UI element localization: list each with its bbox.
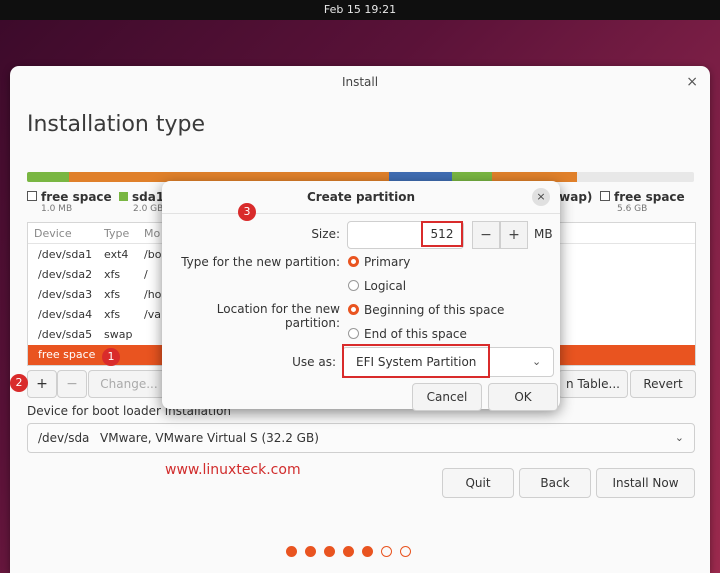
progress-dot bbox=[305, 546, 316, 557]
partition-segment bbox=[577, 172, 694, 182]
progress-dot bbox=[400, 546, 411, 557]
progress-dot bbox=[324, 546, 335, 557]
legend-free-space-right: free space 5.6 GB bbox=[600, 190, 685, 214]
progress-dot bbox=[381, 546, 392, 557]
dialog-title: Create partition bbox=[162, 181, 560, 214]
chevron-down-icon: ⌄ bbox=[532, 355, 542, 368]
radio-unselected-icon bbox=[348, 328, 359, 339]
create-partition-dialog: Create partition × Size: 512 − + MB Type… bbox=[162, 181, 560, 411]
legend-size: 2.0 GB bbox=[133, 204, 164, 214]
add-partition-button[interactable]: + bbox=[27, 370, 57, 398]
color-swatch bbox=[119, 192, 128, 201]
legend-label: sda1 bbox=[132, 190, 165, 204]
boot-device: /dev/sda bbox=[38, 431, 90, 445]
cell-type: swap bbox=[104, 328, 133, 341]
install-now-button[interactable]: Install Now bbox=[596, 468, 695, 498]
cell-mount: /va bbox=[144, 308, 161, 321]
back-button[interactable]: Back bbox=[519, 468, 591, 498]
boot-loader-select[interactable]: /dev/sda VMware, VMware Virtual S (32.2 … bbox=[27, 423, 695, 453]
cell-mount: / bbox=[144, 268, 148, 281]
size-unit: MB bbox=[534, 227, 553, 241]
legend-size: 1.0 MB bbox=[41, 204, 73, 214]
boot-description: VMware, VMware Virtual S (32.2 GB) bbox=[100, 431, 319, 445]
use-as-value: EFI System Partition bbox=[356, 355, 477, 369]
cell-mount: /ho bbox=[144, 288, 162, 301]
annotation-marker-2: 2 bbox=[10, 374, 28, 392]
radio-logical[interactable]: Logical bbox=[348, 279, 406, 293]
column-header-device[interactable]: Device bbox=[34, 227, 72, 240]
cell-device: /dev/sda3 bbox=[38, 288, 93, 301]
radio-selected-icon bbox=[348, 304, 359, 315]
close-icon[interactable]: × bbox=[532, 188, 550, 206]
revert-button[interactable]: Revert bbox=[630, 370, 696, 398]
type-label: Type for the new partition: bbox=[181, 255, 340, 269]
cell-device: /dev/sda1 bbox=[38, 248, 93, 261]
column-header-mount[interactable]: Mo bbox=[144, 227, 160, 240]
legend-sda1: sda1 2.0 GB bbox=[119, 190, 164, 214]
cell-mount: /bo bbox=[144, 248, 162, 261]
use-as-label: Use as: bbox=[292, 355, 336, 369]
checkbox-icon bbox=[27, 191, 37, 201]
new-partition-table-button[interactable]: n Table... bbox=[558, 370, 628, 398]
cancel-button[interactable]: Cancel bbox=[412, 383, 482, 411]
cell-device: /dev/sda5 bbox=[38, 328, 93, 341]
progress-dot bbox=[286, 546, 297, 557]
page-title: Installation type bbox=[27, 112, 205, 137]
radio-unselected-icon bbox=[348, 280, 359, 291]
radio-label: Logical bbox=[364, 279, 407, 293]
size-label: Size: bbox=[311, 227, 340, 241]
decrease-size-button[interactable]: − bbox=[472, 221, 500, 249]
checkbox-icon bbox=[600, 191, 610, 201]
close-icon[interactable]: × bbox=[686, 74, 698, 90]
legend-free-space-left: free space 1.0 MB bbox=[27, 190, 112, 214]
top-bar: Feb 15 19:21 bbox=[0, 0, 720, 20]
cell-device: /dev/sda4 bbox=[38, 308, 93, 321]
cell-device: /dev/sda2 bbox=[38, 268, 93, 281]
radio-beginning[interactable]: Beginning of this space bbox=[348, 303, 504, 317]
annotation-marker-3: 3 bbox=[238, 203, 256, 221]
cell-type: xfs bbox=[104, 308, 121, 321]
annotation-marker-1: 1 bbox=[102, 348, 120, 366]
size-value[interactable]: 512 bbox=[421, 221, 463, 247]
window-title: Install bbox=[341, 75, 379, 89]
legend-label: free space bbox=[41, 190, 112, 204]
watermark: www.linuxteck.com bbox=[165, 462, 301, 478]
column-header-type[interactable]: Type bbox=[104, 227, 129, 240]
radio-label: Primary bbox=[364, 255, 411, 269]
cell-type: ext4 bbox=[104, 248, 129, 261]
cell-device: free space bbox=[38, 348, 96, 361]
chevron-down-icon: ⌄ bbox=[674, 431, 684, 444]
progress-dot bbox=[362, 546, 373, 557]
legend-label: free space bbox=[614, 190, 685, 204]
cell-type: xfs bbox=[104, 268, 121, 281]
clock[interactable]: Feb 15 19:21 bbox=[324, 3, 396, 16]
partition-segment bbox=[27, 172, 69, 182]
location-label: Location for the new partition: bbox=[216, 302, 340, 330]
change-partition-button[interactable]: Change... bbox=[88, 370, 170, 398]
progress-dot bbox=[343, 546, 354, 557]
legend-size: 5.6 GB bbox=[617, 204, 648, 214]
quit-button[interactable]: Quit bbox=[442, 468, 514, 498]
remove-partition-button[interactable]: − bbox=[57, 370, 87, 398]
radio-end[interactable]: End of this space bbox=[348, 327, 467, 341]
cell-type: xfs bbox=[104, 288, 121, 301]
ok-button[interactable]: OK bbox=[488, 383, 558, 411]
increase-size-button[interactable]: + bbox=[500, 221, 528, 249]
progress-dots bbox=[286, 546, 411, 557]
radio-label: End of this space bbox=[364, 327, 467, 341]
radio-primary[interactable]: Primary bbox=[348, 255, 410, 269]
radio-selected-icon bbox=[348, 256, 359, 267]
radio-label: Beginning of this space bbox=[364, 303, 505, 317]
